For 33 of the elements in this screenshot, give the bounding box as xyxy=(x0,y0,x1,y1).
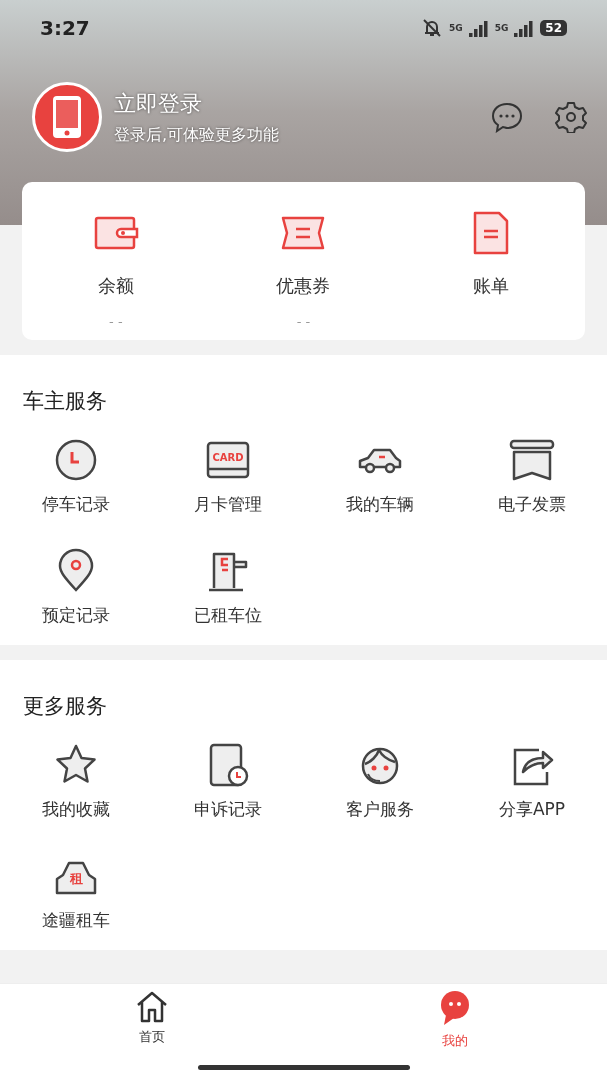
section-title: 车主服务 xyxy=(23,388,108,415)
settings-icon[interactable] xyxy=(555,101,587,133)
wallet-label[interactable]: 优惠券 xyxy=(276,274,331,298)
wallet-label[interactable]: 账单 xyxy=(473,274,510,298)
message-icon[interactable] xyxy=(491,101,523,133)
service-label[interactable]: 已租车位 xyxy=(194,604,262,627)
service-label[interactable]: 分享APP xyxy=(498,798,566,821)
service-label[interactable]: 停车记录 xyxy=(42,493,110,516)
service-label[interactable]: 月卡管理 xyxy=(194,493,262,516)
clock-icon[interactable] xyxy=(53,437,99,483)
wallet-value: - - xyxy=(296,314,311,329)
battery-level: 52 xyxy=(540,20,567,36)
phone-icon xyxy=(52,95,82,139)
section-title: 更多服务 xyxy=(23,693,108,720)
service-label[interactable]: 我的收藏 xyxy=(42,798,110,821)
service-label[interactable]: 电子发票 xyxy=(498,493,566,516)
muted-bell-icon xyxy=(421,18,443,38)
service-label[interactable]: 申诉记录 xyxy=(194,798,262,821)
tab[interactable]: 我的 xyxy=(442,1032,469,1050)
service-label[interactable]: 预定记录 xyxy=(42,604,110,627)
service-label[interactable]: 途疆租车 xyxy=(42,909,110,932)
status-time: 3:27 xyxy=(40,16,90,40)
signal-icon xyxy=(514,19,535,37)
network-type: 5G xyxy=(494,23,509,33)
network-type: 5G xyxy=(449,23,463,33)
receipt-icon[interactable] xyxy=(509,437,555,483)
service-label[interactable]: 客户服务 xyxy=(346,798,414,821)
wallet-label[interactable]: 余额 xyxy=(97,274,134,298)
wallet-value: - - xyxy=(109,314,123,329)
signal-icon xyxy=(468,19,489,37)
service-label[interactable]: 我的车辆 xyxy=(346,493,414,516)
login-hint: 登录后,可体验更多功能 xyxy=(114,124,281,146)
tab[interactable]: 首页 xyxy=(138,1028,165,1046)
